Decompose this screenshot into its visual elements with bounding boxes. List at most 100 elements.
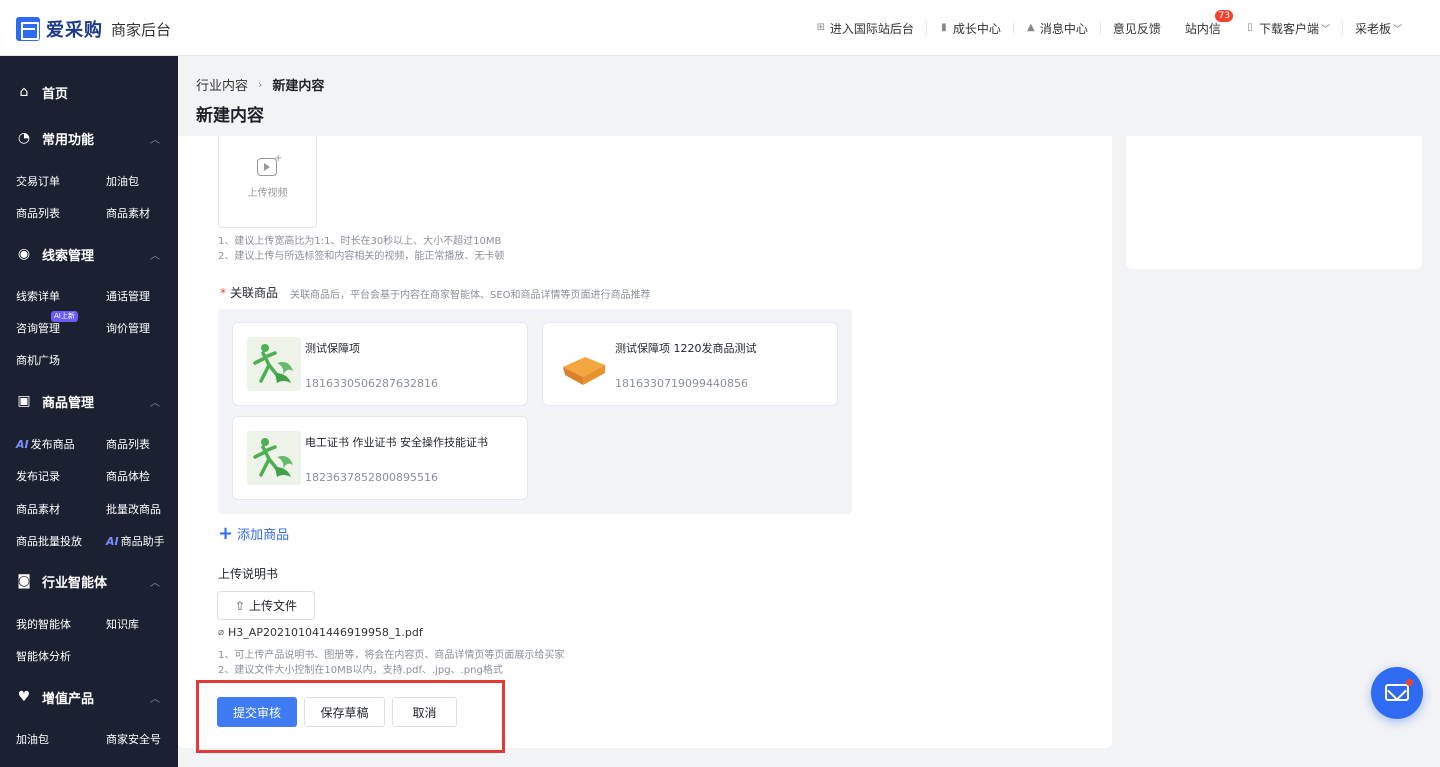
plus-icon: + xyxy=(274,153,283,164)
mail-icon xyxy=(1385,684,1409,701)
bag-icon: ▣ xyxy=(17,393,31,409)
chevron-up-icon: ︿ xyxy=(150,397,160,409)
sidebar-item-fuel-pack[interactable]: 加油包 xyxy=(106,173,139,189)
sidebar-item-consult-management[interactable]: 咨询管理 AI上新 xyxy=(16,311,78,336)
manual-hint-1: 1、可上传产品说明书、图册等，将会在内容页、商品详情页等页面展示给买家 xyxy=(218,650,565,661)
related-products-desc: 关联商品后，平台会基于内容在商家智能体、SEO和商品详情等页面进行商品推荐 xyxy=(290,290,651,301)
related-products-label: * 关联商品 xyxy=(220,286,279,300)
sidebar-item-opportunity-square[interactable]: 商机广场 xyxy=(16,352,60,368)
agent-icon: ◙ xyxy=(17,573,31,589)
product-card[interactable]: 测试保障项 1220发商品测试 1816330719099440856 xyxy=(542,322,838,406)
logo-text: 爱采购 xyxy=(46,20,103,41)
sidebar: ⌂ 首页 ◔ 常用功能 ︿ 交易订单 加油包 商品列表 商品素材 ◉ 线索管理 … xyxy=(0,56,178,767)
product-id: 1823637852800895516 xyxy=(305,471,438,484)
upload-icon: ⇧ xyxy=(234,598,246,613)
sidebar-group-agent[interactable]: ◙ 行业智能体 ︿ xyxy=(0,566,178,596)
logo-subtitle: 商家后台 xyxy=(111,20,172,39)
sidebar-item-batch-delivery[interactable]: 商品批量投放 xyxy=(16,533,82,549)
growth-center-link[interactable]: ▮ 成长中心 xyxy=(927,20,1013,37)
product-card[interactable]: 电工证书 作业证书 安全操作技能证书 1823637852800895516 xyxy=(232,416,528,500)
feedback-link[interactable]: 意见反馈 xyxy=(1101,20,1173,37)
download-client-link[interactable]: ▯ 下载客户端 ﹀ xyxy=(1233,20,1342,37)
product-thumbnail xyxy=(247,337,301,391)
sidebar-group-common[interactable]: ◔ 常用功能 ︿ xyxy=(0,123,178,153)
chevron-up-icon: ︿ xyxy=(150,250,160,262)
chevron-up-icon: ︿ xyxy=(150,134,160,146)
submit-review-button[interactable]: 提交审核 xyxy=(217,697,297,727)
sidebar-item-knowledge-base[interactable]: 知识库 xyxy=(106,616,139,632)
breadcrumb-parent[interactable]: 行业内容 xyxy=(196,75,248,94)
sidebar-item-my-agent[interactable]: 我的智能体 xyxy=(16,616,71,632)
sidebar-group-leads[interactable]: ◉ 线索管理 ︿ xyxy=(0,239,178,269)
sidebar-item-lead-details[interactable]: 线索详单 xyxy=(16,288,60,304)
manual-label: 上传说明书 xyxy=(218,567,279,581)
cancel-button[interactable]: 取消 xyxy=(392,697,457,727)
sidebar-item-secure-number[interactable]: 商家安全号 xyxy=(106,731,161,747)
plus-icon: + xyxy=(218,522,234,544)
inbox-count-badge: 73 xyxy=(1215,9,1233,22)
sidebar-item-orders[interactable]: 交易订单 xyxy=(16,173,60,189)
sidebar-group-products[interactable]: ▣ 商品管理 ︿ xyxy=(0,386,178,416)
grid-icon: ⊞ xyxy=(816,22,826,33)
side-card xyxy=(1126,136,1422,269)
clock-icon: ◔ xyxy=(17,130,31,146)
ai-icon: AI xyxy=(16,437,29,451)
sidebar-item-fuel-pack-2[interactable]: 加油包 xyxy=(16,731,49,747)
app-logo[interactable]: 爱采购 商家后台 xyxy=(16,16,171,42)
contact-float-button[interactable] xyxy=(1371,667,1423,719)
uploaded-file[interactable]: ⌀ H3_AP202101041446919958_1.pdf xyxy=(218,626,423,639)
save-draft-button[interactable]: 保存草稿 xyxy=(304,697,385,727)
sidebar-group-value[interactable]: ♥ 增值产品 ︿ xyxy=(0,682,178,712)
upload-video-box[interactable]: + 上传视频 xyxy=(218,136,317,228)
sidebar-item-call-management[interactable]: 通话管理 xyxy=(106,288,150,304)
sidebar-item-publish-records[interactable]: 发布记录 xyxy=(16,468,60,484)
sidebar-item-product-list-2[interactable]: 商品列表 xyxy=(106,436,150,452)
add-product-button[interactable]: + 添加商品 xyxy=(218,524,289,543)
inbox-link[interactable]: 站内信 73 xyxy=(1173,9,1233,37)
message-center-link[interactable]: ▲ 消息中心 xyxy=(1014,20,1100,37)
product-id: 1816330719099440856 xyxy=(615,377,748,390)
chevron-down-icon: ﹀ xyxy=(1392,24,1402,35)
chevron-right-icon: › xyxy=(258,78,263,91)
chevron-up-icon: ︿ xyxy=(150,577,160,589)
sidebar-item-inquiry-management[interactable]: 询价管理 xyxy=(106,320,150,336)
breadcrumb-current: 新建内容 xyxy=(272,79,325,94)
athlete-image xyxy=(247,431,301,485)
product-id: 1816330506287632816 xyxy=(305,377,438,390)
home-icon: ⌂ xyxy=(19,84,29,100)
upload-video-label: 上传视频 xyxy=(247,188,288,199)
upload-file-button[interactable]: ⇧ 上传文件 xyxy=(217,591,315,620)
sidebar-item-batch-edit[interactable]: 批量改商品 xyxy=(106,501,161,517)
breadcrumb: 行业内容 › 新建内容 xyxy=(196,75,324,94)
ai-new-badge: AI上新 xyxy=(51,311,78,322)
sidebar-item-agent-analysis[interactable]: 智能体分析 xyxy=(16,648,71,664)
product-name: 电工证书 作业证书 安全操作技能证书 xyxy=(305,436,488,449)
product-card[interactable]: 测试保障项 1816330506287632816 xyxy=(232,322,528,406)
video-hint-1: 1、建议上传宽高比为1:1、时长在30秒以上、大小不超过10MB xyxy=(218,236,502,247)
product-thumbnail xyxy=(247,431,301,485)
sidebar-item-home[interactable]: ⌂ 首页 xyxy=(0,77,178,107)
product-thumbnail xyxy=(557,337,611,391)
book-icon: ▮ xyxy=(941,22,947,33)
chevron-down-icon: ﹀ xyxy=(1320,24,1330,35)
sidebar-item-product-checkup[interactable]: 商品体检 xyxy=(106,468,150,484)
sidebar-item-product-material[interactable]: 商品素材 xyxy=(106,205,150,221)
video-hint-2: 2、建议上传与所选标签和内容相关的视频，能正常播放、无卡顿 xyxy=(218,251,505,262)
box-image xyxy=(557,337,611,391)
sidebar-item-publish-product[interactable]: AI 发布商品 xyxy=(16,436,75,452)
product-name: 测试保障项 xyxy=(305,342,360,355)
sidebar-item-product-list[interactable]: 商品列表 xyxy=(16,205,60,221)
required-mark: * xyxy=(220,286,226,300)
top-bar: 爱采购 商家后台 ⊞ 进入国际站后台 ▮ 成长中心 ▲ 消息中心 意见反馈 站内… xyxy=(0,0,1440,56)
ai-icon: AI xyxy=(106,534,119,548)
intl-site-link[interactable]: ⊞ 进入国际站后台 xyxy=(804,20,926,37)
phone-icon: ▯ xyxy=(1247,22,1253,33)
logo-icon xyxy=(16,17,40,41)
athlete-image xyxy=(247,337,301,391)
user-menu[interactable]: 采老板 ﹀ xyxy=(1343,20,1414,37)
chevron-up-icon: ︿ xyxy=(150,693,160,705)
heart-icon: ♥ xyxy=(17,689,31,705)
sidebar-item-product-material-2[interactable]: 商品素材 xyxy=(16,501,60,517)
search-icon: ◉ xyxy=(17,246,31,262)
sidebar-item-product-assistant[interactable]: AI 商品助手 xyxy=(106,533,165,549)
